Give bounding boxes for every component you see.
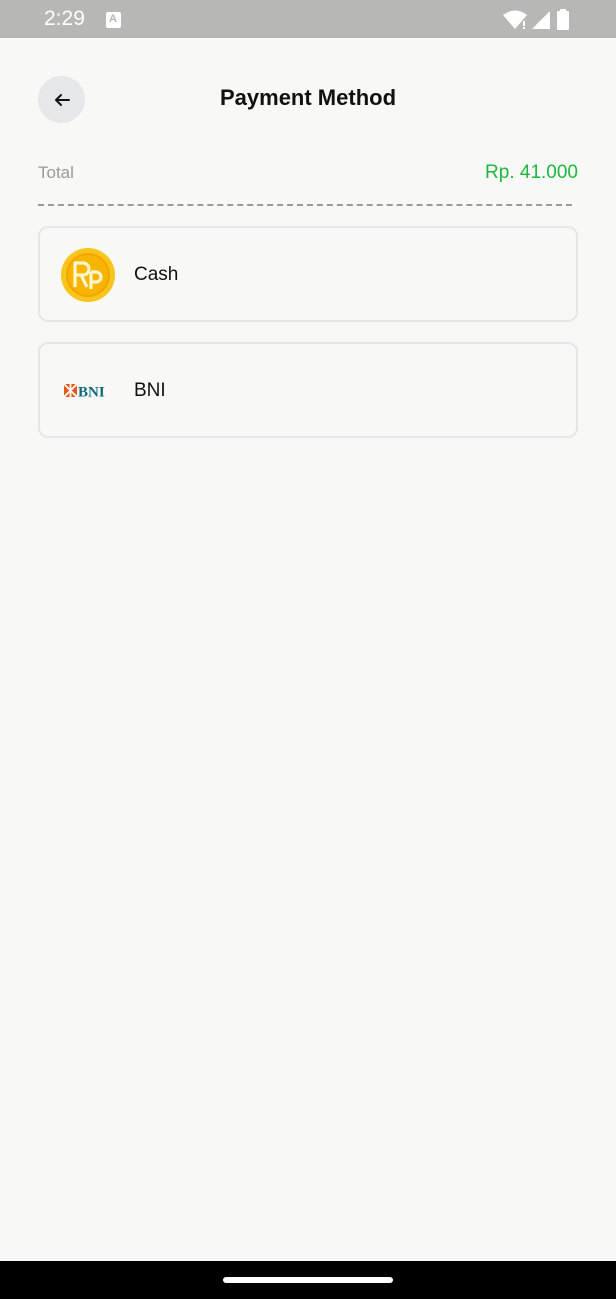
dashed-divider bbox=[38, 204, 572, 206]
signal-icon bbox=[532, 11, 550, 29]
method-label-cash: Cash bbox=[134, 264, 179, 285]
payment-method-bni[interactable]: BNI BNI bbox=[38, 342, 578, 438]
method-label-bni: BNI bbox=[134, 380, 166, 401]
a-notification-icon: A bbox=[106, 12, 121, 28]
home-indicator[interactable] bbox=[223, 1277, 393, 1283]
rupiah-coin-icon bbox=[61, 248, 115, 302]
wifi-icon bbox=[503, 10, 527, 29]
battery-icon bbox=[557, 9, 569, 30]
total-value: Rp. 41.000 bbox=[485, 162, 578, 183]
bni-logo-icon: BNI bbox=[63, 383, 105, 401]
total-label: Total bbox=[38, 163, 74, 182]
status-bar: 2:29 A bbox=[0, 0, 616, 38]
payment-method-cash[interactable]: Cash bbox=[38, 226, 578, 322]
bni-logo-text: BNI bbox=[78, 385, 105, 401]
page-title: Payment Method bbox=[219, 85, 397, 110]
navigation-bar bbox=[0, 1261, 616, 1299]
status-time: 2:29 bbox=[44, 7, 85, 30]
